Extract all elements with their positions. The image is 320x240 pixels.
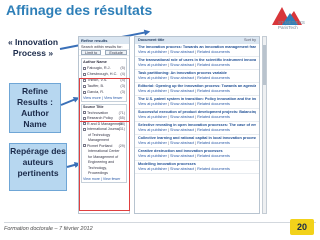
- logo-text: ST MÉTIERS ParisTech: [278, 20, 305, 30]
- show-abstract-link[interactable]: Show abstract: [170, 141, 194, 145]
- result-item: Successful execution of product developm…: [135, 109, 259, 122]
- related-documents-link[interactable]: Related documents: [197, 76, 230, 80]
- limit-button[interactable]: Limit to: [81, 50, 102, 55]
- result-actions: View at publisher | Show abstract | Rela…: [138, 154, 230, 158]
- view-at-publisher-link[interactable]: View at publisher: [138, 115, 167, 119]
- callout-pertinent-authors: Repérage des auteurs pertinents: [9, 143, 67, 191]
- show-abstract-link[interactable]: Show abstract: [170, 128, 194, 132]
- show-abstract-link[interactable]: Show abstract: [170, 76, 194, 80]
- show-abstract-link[interactable]: Show abstract: [170, 167, 194, 171]
- result-actions: View at publisher | Show abstract | Rela…: [138, 102, 230, 106]
- scroll-thumb[interactable]: [263, 45, 266, 85]
- checkbox[interactable]: [83, 72, 86, 76]
- limit-exclude-row: Limit to Exclude: [79, 50, 129, 56]
- view-at-publisher-link[interactable]: View at publisher: [138, 102, 167, 106]
- view-at-publisher-link[interactable]: View at publisher: [138, 50, 167, 54]
- related-documents-link[interactable]: Related documents: [197, 89, 230, 93]
- page-number-badge: 20: [290, 219, 314, 235]
- related-documents-link[interactable]: Related documents: [197, 50, 230, 54]
- result-item: Task partitioning: An innovation process…: [135, 70, 259, 83]
- author-name: Fatougio, R.J.: [87, 66, 111, 70]
- view-at-publisher-link[interactable]: View at publisher: [138, 141, 167, 145]
- result-item: The innovation process: Towards an innov…: [135, 44, 259, 57]
- show-abstract-link[interactable]: Show abstract: [170, 50, 194, 54]
- show-abstract-link[interactable]: Show abstract: [170, 154, 194, 158]
- show-abstract-link[interactable]: Show abstract: [170, 89, 194, 93]
- callout-innovation-process: « Innovation Process »: [5, 34, 61, 66]
- result-actions: View at publisher | Show abstract | Rela…: [138, 50, 230, 54]
- source-highlight-frame: [79, 121, 130, 211]
- sort-label[interactable]: Sort by: [244, 37, 256, 44]
- view-at-publisher-link[interactable]: View at publisher: [138, 76, 167, 80]
- result-actions: View at publisher | Show abstract | Rela…: [138, 115, 230, 119]
- view-at-publisher-link[interactable]: View at publisher: [138, 167, 167, 171]
- related-documents-link[interactable]: Related documents: [197, 167, 230, 171]
- view-at-publisher-link[interactable]: View at publisher: [138, 63, 167, 67]
- related-documents-link[interactable]: Related documents: [197, 115, 230, 119]
- arrow-author-filter: [60, 97, 79, 106]
- results-header-label: Document title: [138, 38, 165, 42]
- result-item: Modelling innovation processes View at pu…: [135, 161, 259, 174]
- results-list: Document title Sort by The innovation pr…: [134, 36, 260, 214]
- callout-pertinent-label: Repérage des auteurs pertinents: [10, 146, 66, 178]
- result-actions: View at publisher | Show abstract | Rela…: [138, 89, 230, 93]
- author-name: Chesbrough, H.C.: [87, 72, 118, 76]
- slide-title: Affinage des résultats: [6, 2, 153, 18]
- view-at-publisher-link[interactable]: View at publisher: [138, 128, 167, 132]
- show-abstract-link[interactable]: Show abstract: [170, 102, 194, 106]
- result-actions: View at publisher | Show abstract | Rela…: [138, 128, 230, 132]
- result-item: Editorial: Opening up the innovation pro…: [135, 83, 259, 96]
- callout-filters-label: Refine Results : Author Name: [17, 86, 53, 129]
- result-actions: View at publisher | Show abstract | Rela…: [138, 76, 230, 80]
- callout-refine-author: Refine Results : Author Name: [9, 83, 61, 133]
- result-actions: View at publisher | Show abstract | Rela…: [138, 167, 230, 171]
- related-documents-link[interactable]: Related documents: [197, 128, 230, 132]
- view-at-publisher-link[interactable]: View at publisher: [138, 154, 167, 158]
- checkbox[interactable]: [83, 66, 86, 70]
- result-actions: View at publisher | Show abstract | Rela…: [138, 63, 230, 67]
- related-documents-link[interactable]: Related documents: [197, 154, 230, 158]
- footer-text: Formation doctorale – 7 février 2012: [4, 226, 93, 232]
- show-abstract-link[interactable]: Show abstract: [170, 63, 194, 67]
- show-abstract-link[interactable]: Show abstract: [170, 115, 194, 119]
- result-actions: View at publisher | Show abstract | Rela…: [138, 141, 230, 145]
- result-items: The innovation process: Towards an innov…: [135, 44, 259, 174]
- result-item: Collective learning and rational capital…: [135, 135, 259, 148]
- callout-innovation-label: « Innovation Process »: [7, 37, 59, 58]
- related-documents-link[interactable]: Related documents: [197, 102, 230, 106]
- author-highlight-frame: [79, 78, 130, 122]
- results-header: Document title Sort by: [135, 37, 259, 44]
- exclude-button[interactable]: Exclude: [105, 50, 127, 55]
- result-item: Selective revealing in open innovation p…: [135, 122, 259, 135]
- related-documents-link[interactable]: Related documents: [197, 141, 230, 145]
- results-scrollbar[interactable]: [262, 36, 267, 214]
- related-documents-link[interactable]: Related documents: [197, 63, 230, 67]
- footer-divider: [4, 222, 316, 223]
- result-item: The transnational role of users in the s…: [135, 57, 259, 70]
- refine-panel-header: Refine results: [79, 37, 129, 44]
- view-at-publisher-link[interactable]: View at publisher: [138, 89, 167, 93]
- result-item: The U.S. patent system in transition: Po…: [135, 96, 259, 109]
- result-item: Creative destruction and innovation proc…: [135, 148, 259, 161]
